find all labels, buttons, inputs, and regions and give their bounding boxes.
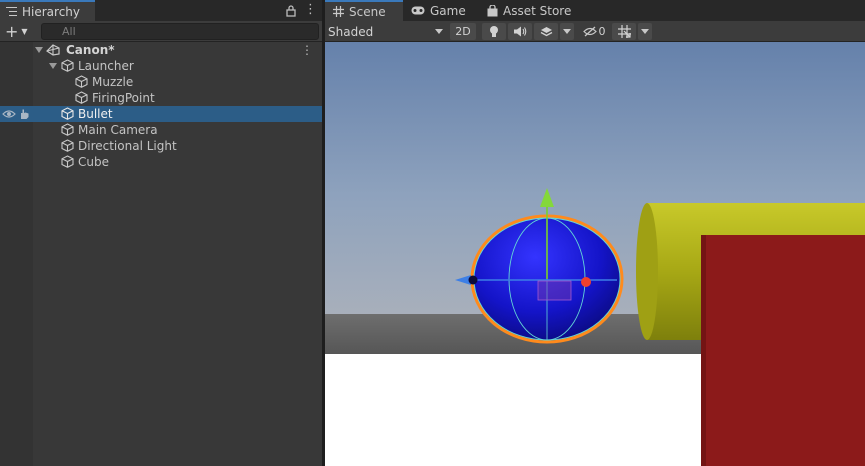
grid-snap-icon [617,25,631,38]
tree-item-label: Directional Light [78,139,177,153]
red-cube[interactable] [701,235,865,466]
tree-item-label: Canon* [66,43,115,57]
lightbulb-icon [490,26,498,37]
gamepad-icon [411,6,425,15]
create-button[interactable]: + ▼ [5,22,33,41]
grid-dropdown-button[interactable] [638,23,652,40]
toggle-2d-button[interactable]: 2D [450,23,476,40]
hierarchy-icon [6,7,17,16]
hierarchy-tree: Canon* ⋮ Launcher Muzzle FiringPoint Bul… [0,42,322,466]
scene-render[interactable] [325,42,865,466]
tree-item-label: Cube [78,155,109,169]
tree-item-label: Main Camera [78,123,158,137]
hidden-objects-count: 0 [598,25,606,38]
tab-label: Game [430,3,466,18]
gameobject-cube-icon [61,59,74,72]
gameobject-cube-icon [61,155,74,168]
hierarchy-menu-icon[interactable]: ⋮ [304,2,317,17]
scene-panel: Scene Game Asset Store Shaded 2D 0 [325,0,865,466]
tree-item-cube[interactable]: Cube [0,154,322,170]
hierarchy-tab-label: Hierarchy [22,4,81,19]
pickable-hand-icon[interactable] [18,108,30,120]
tab-game[interactable]: Game [403,0,479,21]
effects-toggle-button[interactable] [534,23,558,40]
tab-asset-store[interactable]: Asset Store [479,0,579,21]
lock-icon[interactable] [286,5,296,17]
gameobject-cube-icon [61,139,74,152]
lighting-toggle-button[interactable] [482,23,506,40]
tree-item-directional-light[interactable]: Directional Light [0,138,322,154]
eye-icon[interactable] [2,109,16,119]
plus-icon: + [5,22,19,41]
speaker-icon [513,26,526,37]
chevron-down-icon [435,29,443,34]
tab-hierarchy[interactable]: Hierarchy [0,0,95,21]
hidden-objects-toggle[interactable]: 0 [580,23,608,40]
tree-item-main-camera[interactable]: Main Camera [0,122,322,138]
hierarchy-tabbar: Hierarchy ⋮ [0,0,322,21]
tree-item-label: Bullet [78,107,113,121]
scene-viewport[interactable] [325,42,865,466]
shading-mode-dropdown[interactable]: Shaded [328,23,445,40]
tree-item-label: Launcher [78,59,134,73]
tree-item-launcher[interactable]: Launcher [0,58,322,74]
tab-label: Asset Store [503,3,572,18]
grid-snap-button[interactable] [612,23,636,40]
grid-icon [333,6,344,17]
fold-arrow-icon[interactable] [35,47,43,53]
toggle-2d-label: 2D [455,25,471,38]
shading-mode-value: Shaded [328,24,374,39]
fold-arrow-icon[interactable] [49,63,57,69]
scene-tabbar: Scene Game Asset Store [325,0,865,21]
gameobject-cube-icon [75,91,88,104]
audio-toggle-button[interactable] [508,23,532,40]
eye-slash-icon [582,26,597,37]
scene-row-canon[interactable]: Canon* ⋮ [0,42,322,58]
search-input[interactable] [41,23,319,40]
tree-item-label: FiringPoint [92,91,155,105]
tree-item-bullet[interactable]: Bullet [0,106,322,122]
tab-scene[interactable]: Scene [325,0,403,21]
gameobject-cube-icon [61,107,74,120]
tab-label: Scene [349,4,386,19]
chevron-down-icon: ▼ [21,27,28,36]
tree-item-label: Muzzle [92,75,134,89]
hierarchy-toolbar: + ▼ [0,21,322,42]
hierarchy-panel: Hierarchy ⋮ + ▼ All Canon* ⋮ Launcher Mu… [0,0,322,466]
tree-item-firingpoint[interactable]: FiringPoint [0,90,322,106]
gameobject-cube-icon [75,75,88,88]
scene-toolbar: Shaded 2D 0 [325,21,865,42]
unity-scene-icon [46,44,60,56]
gameobject-cube-icon [61,123,74,136]
tree-item-muzzle[interactable]: Muzzle [0,74,322,90]
shopping-bag-icon [487,4,498,16]
scene-menu-icon[interactable]: ⋮ [301,43,313,57]
effects-dropdown-button[interactable] [560,23,574,40]
layers-effects-icon [540,26,552,36]
